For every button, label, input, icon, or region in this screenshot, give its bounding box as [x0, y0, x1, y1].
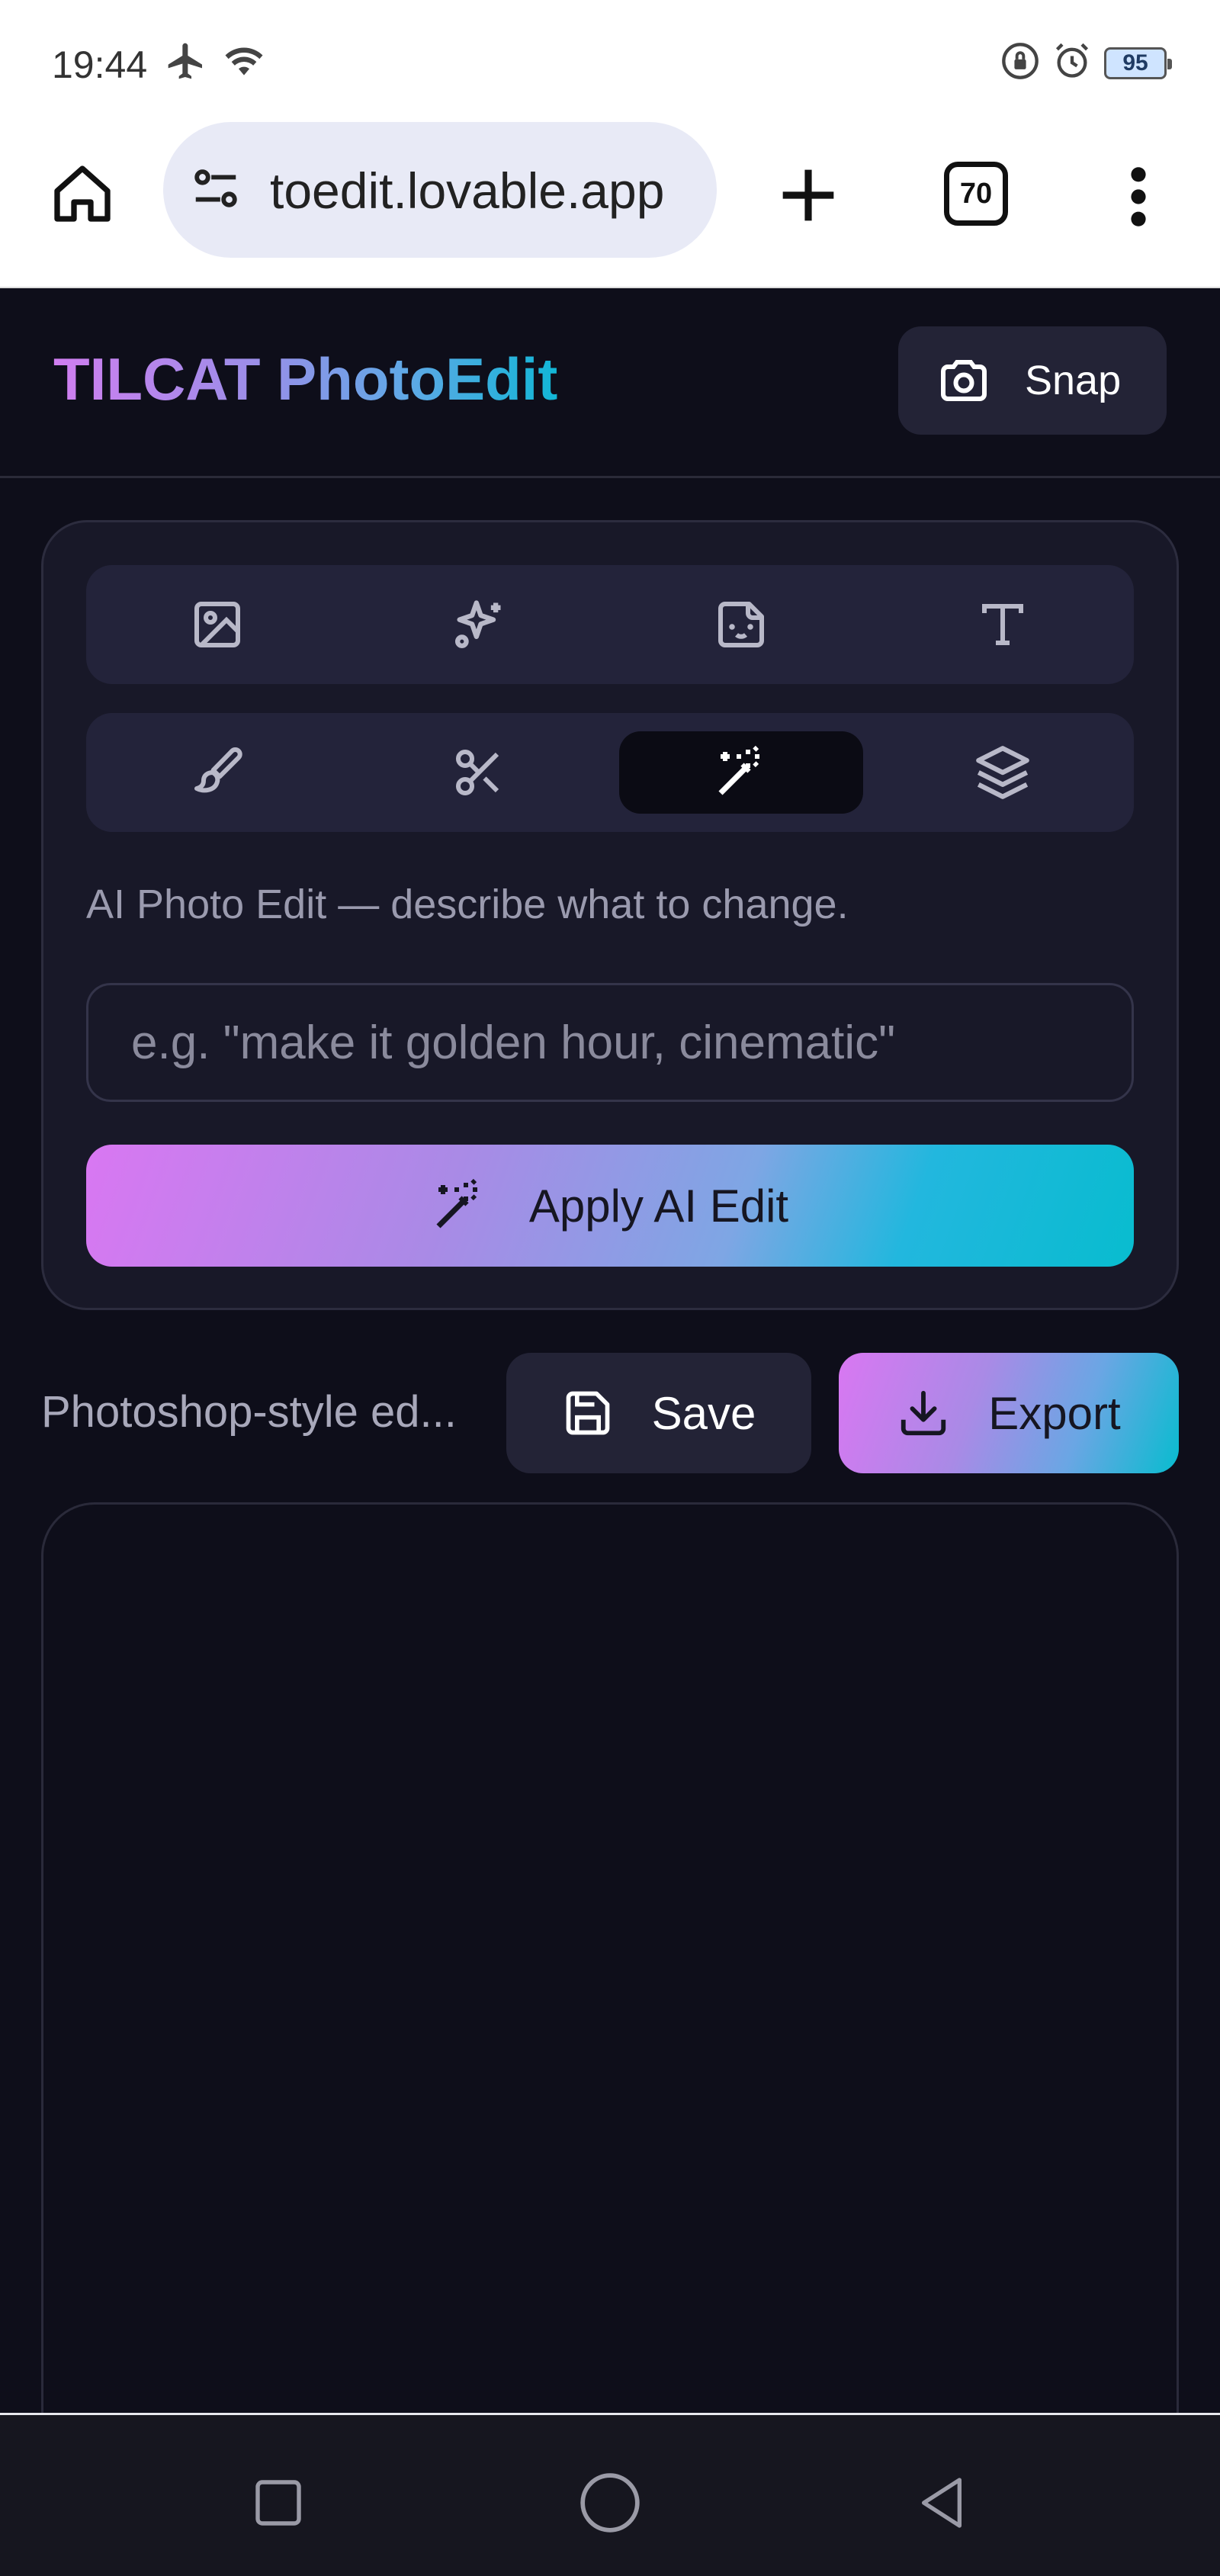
tab-switcher-button[interactable]: 70: [944, 162, 1008, 226]
home-nav-button[interactable]: [576, 2468, 644, 2537]
scissors-icon: [456, 750, 499, 795]
editor-subtitle: Photoshop-style ed...: [41, 1387, 457, 1437]
tool-stickers[interactable]: [619, 583, 863, 666]
tool-row-1: [86, 565, 1134, 684]
magic-wand-icon: [436, 1178, 477, 1229]
tool-effects[interactable]: [358, 583, 602, 666]
tool-ai-edit[interactable]: [619, 731, 863, 814]
site-settings-icon[interactable]: [189, 162, 242, 219]
brand-name: TILCAT: [53, 345, 261, 413]
address-bar[interactable]: toedit.lovable.app: [163, 122, 717, 258]
tool-layers[interactable]: [881, 731, 1125, 814]
magic-wand-icon: [718, 745, 759, 795]
recents-button[interactable]: [244, 2468, 313, 2537]
lock-rotation-icon: [1000, 41, 1040, 85]
tool-row-2: [86, 713, 1134, 832]
save-button[interactable]: Save: [506, 1353, 811, 1473]
apply-ai-edit-button[interactable]: Apply AI Edit: [86, 1145, 1134, 1267]
export-label: Export: [988, 1387, 1121, 1439]
snap-label: Snap: [1025, 358, 1122, 403]
new-tab-button[interactable]: [770, 157, 846, 233]
text-icon: [982, 604, 1024, 645]
wifi-icon: [221, 40, 267, 86]
home-button[interactable]: [46, 157, 119, 230]
plus-icon: [782, 169, 834, 221]
app-logo: TILCAT PhotoEdit: [53, 345, 557, 414]
snap-button[interactable]: Snap: [898, 326, 1167, 435]
save-icon: [566, 1391, 609, 1435]
app-header: TILCAT PhotoEdit Snap: [0, 288, 1220, 478]
image-icon: [194, 602, 240, 647]
tool-cut[interactable]: [358, 731, 602, 814]
status-time: 19:44: [52, 43, 148, 86]
back-button[interactable]: [907, 2468, 976, 2537]
alarm-icon: [1052, 41, 1092, 85]
photo-canvas[interactable]: [41, 1502, 1179, 2417]
sticker-icon: [718, 602, 764, 647]
battery-indicator: 95: [1104, 47, 1172, 79]
browser-menu-button[interactable]: [1112, 159, 1165, 235]
export-button[interactable]: Export: [839, 1353, 1179, 1473]
tool-text[interactable]: [881, 583, 1125, 666]
save-label: Save: [651, 1387, 756, 1439]
system-nav-bar: [0, 2413, 1220, 2576]
tool-brush[interactable]: [95, 731, 339, 814]
brand-product: PhotoEdit: [277, 345, 558, 413]
camera-icon: [941, 360, 987, 401]
apply-ai-edit-label: Apply AI Edit: [528, 1180, 789, 1232]
square-icon: [255, 2480, 301, 2526]
tool-image[interactable]: [95, 583, 339, 666]
more-vertical-icon: [1131, 167, 1146, 226]
layers-icon: [976, 746, 1030, 799]
home-icon: [54, 165, 111, 222]
circle-icon: [580, 2473, 640, 2533]
url-text: toedit.lovable.app: [270, 162, 665, 219]
sparkles-icon: [455, 600, 501, 649]
ai-prompt-input[interactable]: [86, 983, 1134, 1102]
browser-toolbar: toedit.lovable.app 70: [0, 122, 1220, 288]
status-bar: 19:44 95: [0, 0, 1220, 122]
back-triangle-icon: [922, 2478, 962, 2528]
download-icon: [901, 1390, 946, 1436]
editor-tools-card: AI Photo Edit — describe what to change.…: [41, 520, 1179, 1310]
ai-edit-hint: AI Photo Edit — describe what to change.: [86, 882, 849, 927]
airplane-icon: [165, 40, 207, 86]
brush-icon: [194, 747, 242, 793]
